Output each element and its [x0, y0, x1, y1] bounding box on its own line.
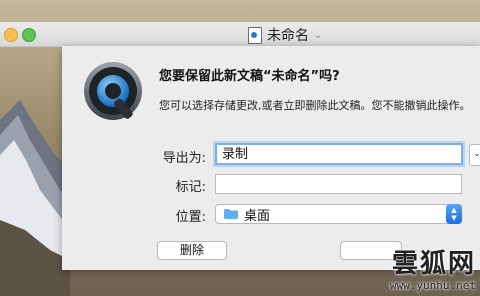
- minimize-button[interactable]: [4, 28, 18, 42]
- chevron-down-icon: ⌄: [314, 29, 323, 41]
- export-as-label: 导出为:: [162, 151, 206, 166]
- window-title-group[interactable]: 未命名 ⌄: [248, 25, 322, 45]
- tags-label: 标记:: [175, 180, 206, 195]
- watermark: 雲狐网 www.yunhu.net: [390, 249, 476, 292]
- document-icon: [248, 26, 262, 44]
- desktop-wallpaper: [0, 100, 70, 296]
- location-value: 桌面: [244, 208, 271, 224]
- watermark-brand: 雲狐网: [391, 249, 476, 279]
- delete-button[interactable]: 删除: [157, 241, 227, 260]
- tags-field[interactable]: [215, 174, 462, 194]
- window-titlebar: 未命名 ⌄: [0, 22, 480, 47]
- dialog-message: 您可以选择存储更改,或者立即删除此文稿。您不能撤销此操作。: [159, 99, 471, 112]
- popup-stepper-icon: ▲ ▼: [446, 204, 462, 224]
- location-label: 位置:: [175, 210, 206, 225]
- dialog-heading: 您要保留此新文稿“未命名”吗?: [159, 69, 340, 84]
- export-as-field[interactable]: 录制: [215, 143, 463, 165]
- save-sheet: 您要保留此新文稿“未命名”吗? 您可以选择存储更改,或者立即删除此文稿。您不能撤…: [62, 46, 480, 270]
- quicktime-icon: [84, 62, 142, 120]
- expand-button[interactable]: ⌄: [469, 144, 480, 166]
- zoom-button[interactable]: [22, 28, 36, 42]
- folder-icon: [224, 209, 238, 219]
- watermark-url: www.yunhu.net: [389, 279, 476, 292]
- window-title: 未命名: [267, 28, 309, 44]
- location-popup[interactable]: 桌面 ▲ ▼: [215, 204, 462, 224]
- desktop: 未命名 ⌄ 您要保留此新文稿“未命名”吗? 您可以选择存储更改,或者立即删除此文…: [0, 0, 480, 296]
